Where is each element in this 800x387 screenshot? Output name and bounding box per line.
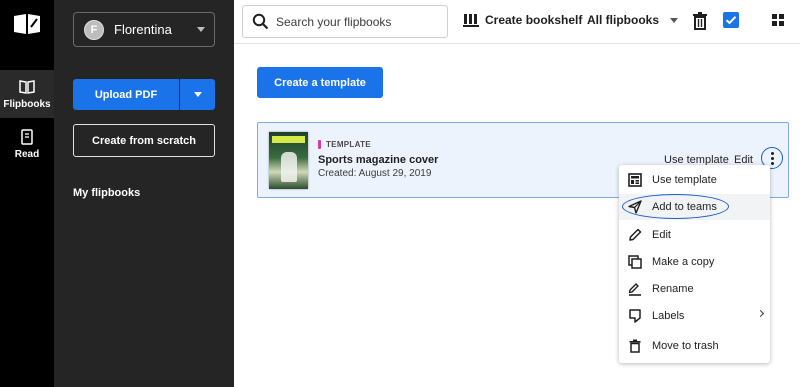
app-logo-icon[interactable] [13,13,41,35]
template-badge-text: TEMPLATE [326,140,371,149]
menu-item-label: Make a copy [652,256,715,268]
trash-icon [629,339,641,353]
create-from-scratch-button[interactable]: Create from scratch [73,124,215,157]
template-badge: TEMPLATE [318,140,371,149]
chevron-down-icon [670,17,678,23]
side-panel: F Florentina Upload PDF Create from scra… [54,0,234,387]
avatar: F [84,19,104,40]
rail-item-label: Flipbooks [3,99,51,110]
bookshelf-icon [463,14,479,27]
account-name: Florentina [114,22,172,37]
flipbook-thumbnail[interactable] [269,132,308,189]
menu-item-label: Edit [652,229,671,241]
kebab-dot [770,151,774,155]
menu-item-label: Rename [652,283,694,295]
menu-item-use-template[interactable]: Use template [619,167,770,193]
pencil-icon [629,228,642,241]
copy-icon [628,255,642,269]
menu-item-make-copy[interactable]: Make a copy [619,249,770,275]
upload-options-button[interactable] [180,79,215,110]
context-menu: Use template Add to teams Edit Make a co… [619,165,770,363]
menu-item-label: Use template [652,174,717,186]
trash-icon[interactable] [692,12,708,30]
menu-item-edit[interactable]: Edit [619,222,770,248]
select-all-checkbox[interactable] [723,12,739,28]
chevron-down-icon [193,92,202,97]
menu-item-label: Labels [652,310,685,322]
search-input[interactable]: Search your flipbooks [242,5,448,38]
kebab-dot [770,161,774,165]
thumbnail-masthead [272,136,305,143]
upload-pdf-button[interactable]: Upload PDF [73,79,179,110]
chevron-right-icon [756,309,765,318]
create-bookshelf-label: Create bookshelf [485,13,583,27]
thumbnail-figure [281,152,297,182]
top-bar: Search your flipbooks Create bookshelf A… [234,0,800,44]
search-icon [252,13,269,30]
flipbook-title: Sports magazine cover [318,154,439,166]
menu-item-move-to-trash[interactable]: Move to trash [619,333,770,359]
send-icon [628,200,642,214]
rail-item-read[interactable]: Read [0,124,54,164]
label-icon [629,309,641,323]
rename-icon [628,283,641,296]
label-color-bar [318,140,321,149]
create-bookshelf-button[interactable]: Create bookshelf [463,13,582,27]
account-switcher[interactable]: F Florentina [73,12,215,47]
filter-dropdown[interactable]: All flipbooks [587,13,678,27]
grid-view-icon[interactable] [772,14,784,26]
menu-item-add-to-teams[interactable]: Add to teams [619,194,770,220]
book-open-icon [19,80,35,94]
document-icon [21,129,33,145]
menu-item-labels[interactable]: Labels [619,303,770,329]
flipbook-date: Created: August 29, 2019 [318,168,432,179]
rail-item-label: Read [14,149,40,160]
my-flipbooks-link[interactable]: My flipbooks [73,187,140,199]
search-placeholder: Search your flipbooks [276,14,392,29]
filter-label: All flipbooks [587,13,659,27]
nav-rail: Flipbooks Read [0,0,54,387]
create-template-button[interactable]: Create a template [257,67,383,98]
menu-item-label: Add to teams [652,201,717,213]
menu-item-rename[interactable]: Rename [619,276,770,302]
menu-item-label: Move to trash [652,340,719,352]
upload-button-group: Upload PDF [73,79,215,110]
kebab-dot [770,156,774,160]
checkmark-icon [725,16,737,25]
rail-item-flipbooks[interactable]: Flipbooks [0,70,54,118]
chevron-down-icon [197,27,205,32]
template-icon [628,173,642,187]
